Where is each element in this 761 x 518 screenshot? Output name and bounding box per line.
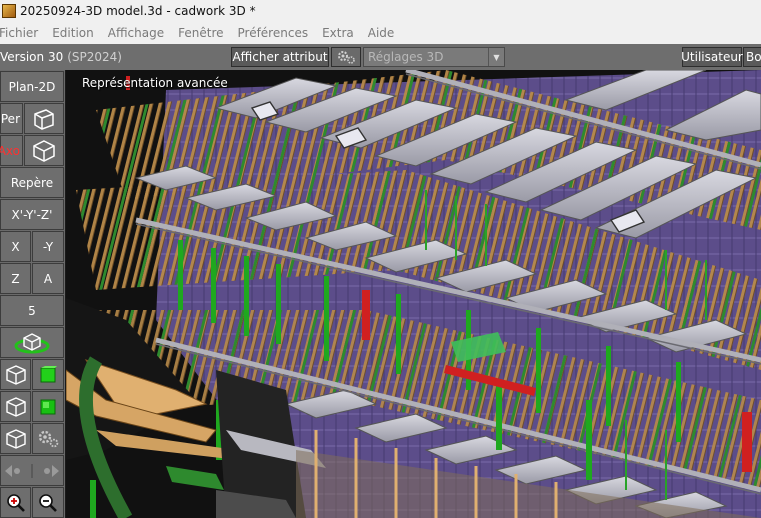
zoom-out-icon bbox=[39, 493, 57, 512]
view-a-label: A bbox=[43, 271, 53, 286]
xyz-prime-button[interactable]: X'-Y'-Z' bbox=[0, 199, 64, 230]
reglages-3d-select[interactable]: Réglages 3D ▼ bbox=[363, 47, 505, 67]
solid-green-cube-icon bbox=[40, 365, 57, 382]
orbit-view-button[interactable] bbox=[0, 327, 64, 358]
cadwork-app-icon bbox=[2, 4, 16, 18]
view-x-label: X bbox=[11, 239, 20, 254]
reglages-3d-value: Réglages 3D bbox=[368, 50, 444, 64]
hidden-line-cube-icon bbox=[5, 396, 26, 417]
view-5-label: 5 bbox=[28, 303, 36, 318]
solid-green-cube-button[interactable] bbox=[32, 359, 64, 390]
render-mode-label: Représentation avancée bbox=[82, 76, 228, 90]
repere-label: Repère bbox=[10, 175, 54, 190]
per-button[interactable]: Per bbox=[0, 103, 23, 134]
axo-button[interactable]: Axo bbox=[0, 135, 23, 166]
cube-outline-icon bbox=[5, 428, 26, 449]
menu-aide[interactable]: Aide bbox=[368, 26, 395, 40]
shaded-green-cube-button[interactable] bbox=[32, 391, 64, 422]
window-title: 20250924-3D model.3d - cadwork 3D * bbox=[20, 4, 256, 18]
view-z-label: Z bbox=[11, 271, 20, 286]
repere-button[interactable]: Repère bbox=[0, 167, 64, 198]
perspective-cube-icon bbox=[34, 108, 54, 130]
axo-cube-button[interactable] bbox=[24, 135, 64, 166]
gear-icon bbox=[338, 51, 355, 64]
view-minus-y-label: -Y bbox=[42, 239, 54, 254]
title-bar: 20250924-3D model.3d - cadwork 3D * bbox=[0, 0, 761, 22]
utilisateur-button[interactable]: Utilisateur bbox=[681, 47, 743, 67]
menu-affichage[interactable]: Affichage bbox=[108, 26, 164, 40]
wireframe-cube-button[interactable] bbox=[0, 359, 31, 390]
navigation-arrows[interactable] bbox=[0, 455, 64, 486]
zoom-out-button[interactable] bbox=[32, 487, 64, 518]
plan-2d-label: Plan-2D bbox=[8, 79, 56, 94]
wireframe-cube-icon bbox=[5, 364, 26, 385]
view-5-button[interactable]: 5 bbox=[0, 295, 64, 326]
menu-edition[interactable]: Edition bbox=[52, 26, 94, 40]
afficher-attribut-button[interactable]: Afficher attribut bbox=[231, 47, 329, 67]
plan-2d-button[interactable]: Plan-2D bbox=[0, 71, 64, 102]
view-a-button[interactable]: A bbox=[32, 263, 64, 294]
cube-view-button[interactable] bbox=[0, 423, 31, 454]
view-z-button[interactable]: Z bbox=[0, 263, 31, 294]
view-x-button[interactable]: X bbox=[0, 231, 31, 262]
axo-cube-icon bbox=[33, 139, 55, 162]
axo-label: Axo bbox=[0, 143, 20, 158]
zoom-in-icon bbox=[6, 493, 25, 512]
menu-fenetre[interactable]: Fenêtre bbox=[178, 26, 223, 40]
menu-preferences[interactable]: Préférences bbox=[238, 26, 309, 40]
per-label: Per bbox=[0, 111, 20, 126]
zoom-in-button[interactable] bbox=[0, 487, 31, 518]
3d-model-render bbox=[66, 70, 761, 518]
perspective-cube-button[interactable] bbox=[24, 103, 64, 134]
view-settings-button[interactable] bbox=[32, 423, 64, 454]
menu-extra[interactable]: Extra bbox=[322, 26, 354, 40]
menu-fichier[interactable]: Fichier bbox=[0, 26, 38, 40]
bo-label: Bo bbox=[746, 50, 761, 64]
version-label: Version 30 bbox=[0, 50, 64, 64]
hidden-line-cube-button[interactable] bbox=[0, 391, 31, 422]
bo-button[interactable]: Bo bbox=[743, 47, 761, 67]
version-sp-label: (SP2024) bbox=[67, 50, 122, 64]
menu-bar: Fichier Edition Affichage Fenêtre Préfér… bbox=[0, 22, 761, 44]
view-sidebar: Plan-2D Per Axo Repère X'-Y'-Z' X -Y Z A… bbox=[0, 70, 65, 518]
top-toolbar: Version 30 (SP2024) Afficher attribut Ré… bbox=[0, 44, 761, 70]
view-minus-y-button[interactable]: -Y bbox=[32, 231, 64, 262]
afficher-attribut-label: Afficher attribut bbox=[232, 50, 328, 64]
3d-viewport[interactable]: Représentation avancée bbox=[66, 70, 761, 518]
chevron-down-icon: ▼ bbox=[488, 48, 504, 66]
step-arrows-icon bbox=[5, 463, 59, 478]
utilisateur-label: Utilisateur bbox=[681, 50, 743, 64]
xyz-prime-label: X'-Y'-Z' bbox=[11, 207, 53, 222]
settings-gear-button[interactable] bbox=[331, 47, 361, 67]
orbit-cube-icon bbox=[14, 332, 50, 353]
gears-icon bbox=[38, 430, 59, 447]
shaded-green-cube-icon bbox=[40, 399, 56, 414]
